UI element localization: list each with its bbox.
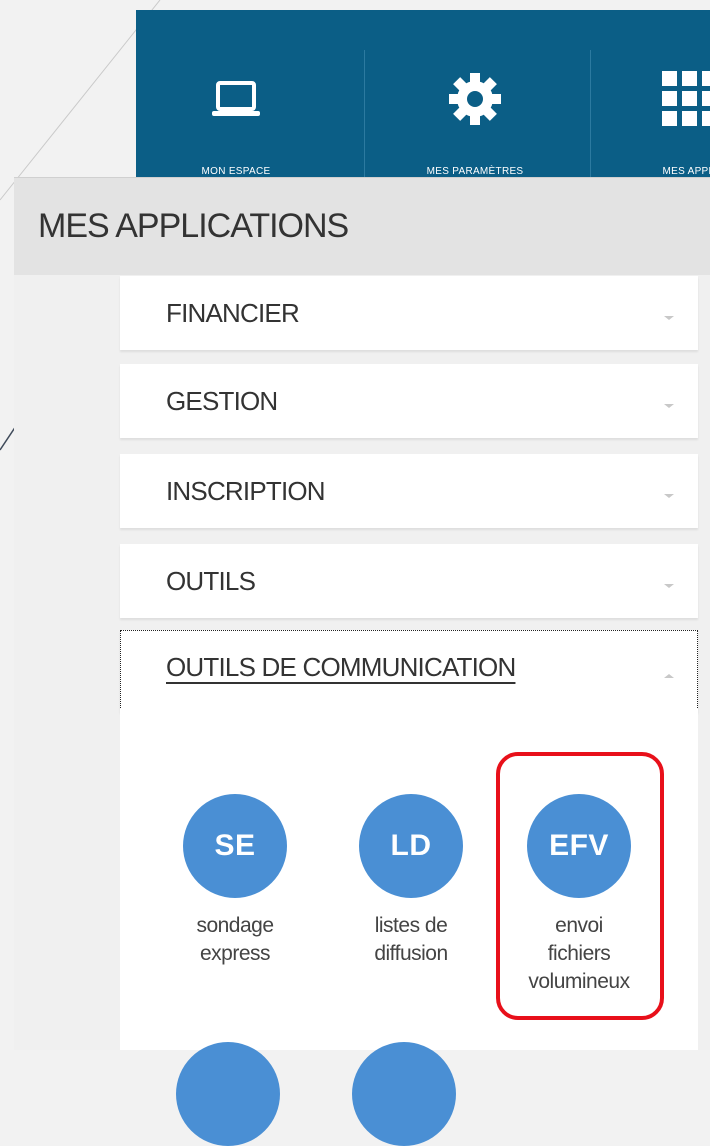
nav-label: MES APPLI bbox=[662, 166, 710, 177]
chevron-down-icon bbox=[664, 404, 674, 408]
app-icon-partial[interactable] bbox=[176, 1042, 280, 1146]
section-header: MES APPLICATIONS bbox=[14, 177, 710, 276]
laptop-icon bbox=[208, 70, 264, 128]
category-label: GESTION bbox=[166, 386, 278, 416]
category-inscription[interactable]: INSCRIPTION bbox=[120, 454, 698, 528]
top-navigation-bar: MON ESPACE MES PARAMÈTRES MES APP bbox=[136, 10, 710, 177]
category-label: OUTILS bbox=[166, 566, 256, 596]
category-financier[interactable]: FINANCIER bbox=[120, 276, 698, 350]
app-icon: LD bbox=[359, 794, 463, 898]
page-title: MES APPLICATIONS bbox=[38, 207, 349, 245]
app-name: sondage express bbox=[196, 914, 274, 965]
category-gestion[interactable]: GESTION bbox=[120, 364, 698, 438]
app-icon-partial[interactable] bbox=[352, 1042, 456, 1146]
category-label: OUTILS DE COMMUNICATION bbox=[166, 652, 516, 682]
nav-item-mes-parametres[interactable]: MES PARAMÈTRES bbox=[400, 10, 550, 177]
nav-divider bbox=[364, 50, 365, 177]
chevron-down-icon bbox=[664, 494, 674, 498]
nav-divider bbox=[590, 50, 591, 177]
gear-icon bbox=[446, 70, 504, 128]
app-icon: SE bbox=[183, 794, 287, 898]
category-outils-de-communication[interactable]: OUTILS DE COMMUNICATION bbox=[120, 630, 698, 712]
app-name: listes de diffusion bbox=[374, 914, 448, 965]
app-listes-de-diffusion[interactable]: LD listes de diffusion bbox=[336, 794, 486, 968]
grid-icon bbox=[662, 70, 710, 128]
chevron-up-icon bbox=[664, 674, 674, 678]
chevron-down-icon bbox=[664, 584, 674, 588]
nav-label: MES PARAMÈTRES bbox=[426, 166, 524, 177]
nav-label: MON ESPACE bbox=[201, 166, 271, 177]
app-sondage-express[interactable]: SE sondage express bbox=[160, 794, 310, 968]
category-outils[interactable]: OUTILS bbox=[120, 544, 698, 618]
nav-item-mon-espace[interactable]: MON ESPACE bbox=[176, 10, 296, 177]
category-label: FINANCIER bbox=[166, 298, 300, 328]
category-label: INSCRIPTION bbox=[166, 476, 326, 506]
highlight-annotation bbox=[496, 752, 664, 1020]
chevron-down-icon bbox=[664, 316, 674, 320]
nav-item-mes-applications[interactable]: MES APPLI bbox=[620, 10, 710, 177]
